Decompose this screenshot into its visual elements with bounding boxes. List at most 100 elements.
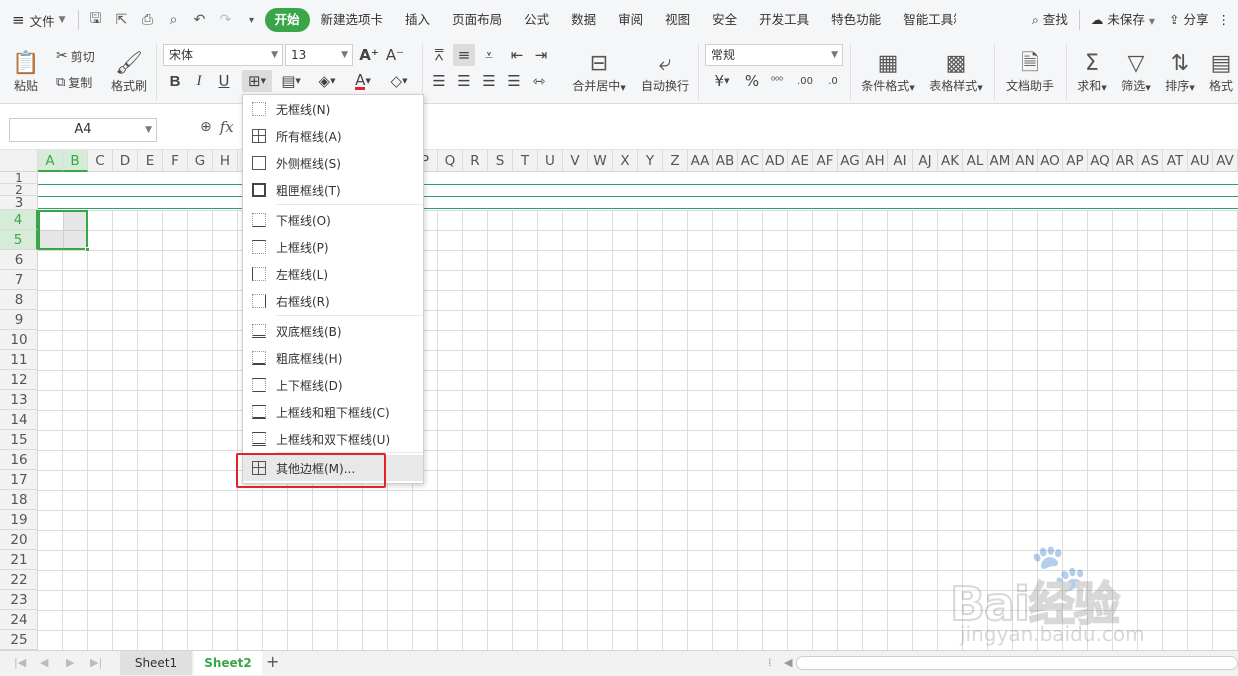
tab-smart-tools[interactable]: 智能工具箱: [892, 8, 956, 32]
align-center-icon[interactable]: ☰: [453, 70, 475, 92]
sheet-tab-sheet2[interactable]: Sheet2: [194, 651, 262, 675]
row-header-20[interactable]: 20: [0, 530, 38, 550]
zoom-icon[interactable]: ⊕: [200, 119, 212, 135]
search-button[interactable]: ⌕ 查找: [1025, 8, 1075, 32]
row-header-9[interactable]: 9: [0, 310, 38, 330]
name-box[interactable]: A4 ▼: [9, 118, 157, 142]
column-header-aa[interactable]: AA: [688, 150, 713, 172]
number-format-select[interactable]: 常规 ▼: [705, 44, 843, 66]
cell-style-button[interactable]: ▤ ▼: [276, 70, 306, 92]
align-middle-icon[interactable]: ≡: [453, 44, 475, 66]
border-button[interactable]: ⊞ ▼: [242, 70, 272, 92]
paste-button[interactable]: 📋 粘贴: [8, 44, 44, 100]
border-menu-item[interactable]: 下框线(O): [243, 207, 423, 233]
column-header-an[interactable]: AN: [1013, 150, 1038, 172]
column-header-as[interactable]: AS: [1138, 150, 1163, 172]
row-header-11[interactable]: 11: [0, 350, 38, 370]
row-header-16[interactable]: 16: [0, 450, 38, 470]
column-header-t[interactable]: T: [513, 150, 538, 172]
border-menu-item[interactable]: 上框线和粗下框线(C): [243, 399, 423, 425]
column-header-ap[interactable]: AP: [1063, 150, 1088, 172]
column-header-d[interactable]: D: [113, 150, 138, 172]
fill-color-button[interactable]: ◈ ▼: [312, 70, 342, 92]
column-header-at[interactable]: AT: [1163, 150, 1188, 172]
column-header-f[interactable]: F: [163, 150, 188, 172]
column-header-am[interactable]: AM: [988, 150, 1013, 172]
sum-button[interactable]: Σ 求和▼: [1072, 44, 1112, 100]
row-header-25[interactable]: 25: [0, 630, 38, 650]
conditional-format-button[interactable]: ▦ 条件格式▼: [856, 44, 920, 100]
row-header-21[interactable]: 21: [0, 550, 38, 570]
tab-view[interactable]: 视图: [654, 8, 701, 32]
column-header-ag[interactable]: AG: [838, 150, 863, 172]
column-header-c[interactable]: C: [88, 150, 113, 172]
column-header-s[interactable]: S: [488, 150, 513, 172]
column-header-a[interactable]: A: [38, 150, 63, 172]
select-all-corner[interactable]: [0, 150, 38, 172]
selection-range[interactable]: [38, 210, 90, 252]
row-header-15[interactable]: 15: [0, 430, 38, 450]
column-header-g[interactable]: G: [188, 150, 213, 172]
last-sheet-icon[interactable]: ▶|: [90, 656, 102, 669]
tab-home[interactable]: 开始: [264, 8, 310, 32]
sort-button[interactable]: ⇅ 排序▼: [1160, 44, 1200, 100]
active-cell[interactable]: [40, 212, 63, 230]
tab-insert[interactable]: 插入: [394, 8, 441, 32]
tab-features[interactable]: 特色功能: [820, 8, 892, 32]
border-menu-item[interactable]: 外侧框线(S): [243, 150, 423, 176]
tab-formulas[interactable]: 公式: [513, 8, 560, 32]
font-size-select[interactable]: 13 ▼: [285, 44, 353, 66]
italic-button[interactable]: I: [188, 70, 210, 92]
column-header-al[interactable]: AL: [963, 150, 988, 172]
format-painter-button[interactable]: 🖌 格式刷: [108, 44, 150, 100]
print-icon[interactable]: ⎙: [138, 10, 158, 30]
border-menu-item[interactable]: 粗底框线(H): [243, 345, 423, 371]
align-top-icon[interactable]: ⩞: [428, 44, 450, 66]
row-header-4[interactable]: 4: [0, 210, 38, 230]
undo-icon[interactable]: ↶: [190, 10, 210, 30]
cut-button[interactable]: ✂ 剪切: [56, 46, 95, 66]
table-style-button[interactable]: ▩ 表格样式▼: [924, 44, 988, 100]
column-header-av[interactable]: AV: [1213, 150, 1238, 172]
tab-security[interactable]: 安全: [701, 8, 748, 32]
column-header-ao[interactable]: AO: [1038, 150, 1063, 172]
prev-sheet-icon[interactable]: ◀: [40, 656, 48, 669]
splitter-icon[interactable]: ⁞: [768, 656, 772, 669]
column-header-r[interactable]: R: [463, 150, 488, 172]
horizontal-scrollbar[interactable]: [796, 656, 1238, 670]
border-menu-item[interactable]: 上下框线(D): [243, 372, 423, 398]
add-sheet-icon[interactable]: +: [266, 652, 279, 671]
sheet-tab-sheet1[interactable]: Sheet1: [120, 651, 192, 675]
border-menu-item[interactable]: 上框线(P): [243, 234, 423, 260]
column-header-u[interactable]: U: [538, 150, 563, 172]
distributed-icon[interactable]: ⇿: [528, 70, 550, 92]
font-color-button[interactable]: A ▼: [348, 70, 378, 92]
format-button[interactable]: ▤ 格式: [1204, 44, 1238, 100]
column-header-ac[interactable]: AC: [738, 150, 763, 172]
align-left-icon[interactable]: ☰: [428, 70, 450, 92]
wrap-text-button[interactable]: ⤶ 自动换行: [638, 44, 692, 100]
more-icon[interactable]: ⋮: [1216, 8, 1238, 32]
row-header-22[interactable]: 22: [0, 570, 38, 590]
row-header-24[interactable]: 24: [0, 610, 38, 630]
share-button[interactable]: ⇪ 分享: [1162, 8, 1215, 32]
column-header-z[interactable]: Z: [663, 150, 688, 172]
column-header-b[interactable]: B: [63, 150, 88, 172]
decrease-decimal-icon[interactable]: .0: [822, 70, 844, 92]
comma-style-icon[interactable]: ⁰⁰⁰: [766, 70, 788, 92]
column-header-ae[interactable]: AE: [788, 150, 813, 172]
row-header-18[interactable]: 18: [0, 490, 38, 510]
export-icon[interactable]: ⇱: [112, 10, 132, 30]
row-header-6[interactable]: 6: [0, 250, 38, 270]
row-header-13[interactable]: 13: [0, 390, 38, 410]
column-header-af[interactable]: AF: [813, 150, 838, 172]
insert-function-button[interactable]: fx: [220, 118, 234, 136]
decrease-indent-icon[interactable]: ⇤: [506, 44, 528, 66]
tab-developer[interactable]: 开发工具: [748, 8, 820, 32]
filter-button[interactable]: ▽ 筛选▼: [1116, 44, 1156, 100]
column-header-ab[interactable]: AB: [713, 150, 738, 172]
row-header-23[interactable]: 23: [0, 590, 38, 610]
column-header-w[interactable]: W: [588, 150, 613, 172]
row-header-3[interactable]: 3: [0, 196, 38, 210]
row-header-19[interactable]: 19: [0, 510, 38, 530]
